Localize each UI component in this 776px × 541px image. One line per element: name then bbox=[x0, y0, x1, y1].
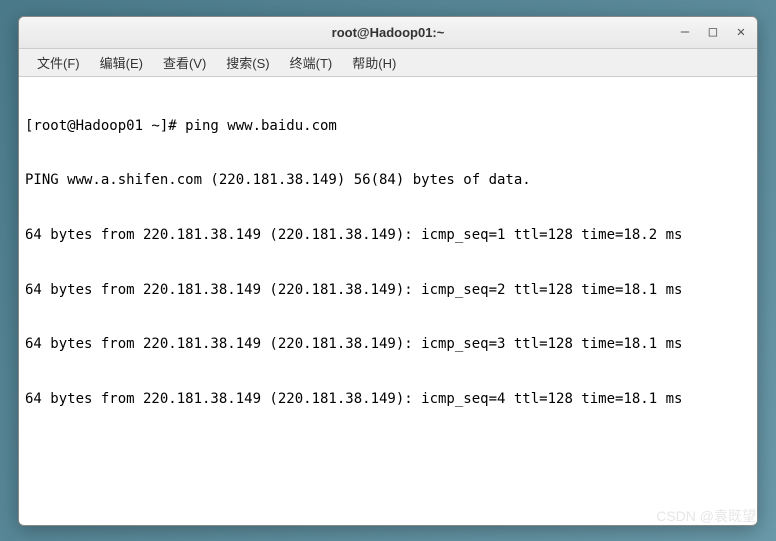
menu-file[interactable]: 文件(F) bbox=[27, 49, 90, 76]
close-button[interactable]: ✕ bbox=[733, 24, 749, 40]
terminal-output[interactable]: [root@Hadoop01 ~]# ping www.baidu.com PI… bbox=[19, 77, 757, 525]
terminal-line: [root@Hadoop01 ~]# ping www.baidu.com bbox=[25, 117, 751, 135]
window-title: root@Hadoop01:~ bbox=[332, 25, 445, 40]
terminal-line: 64 bytes from 220.181.38.149 (220.181.38… bbox=[25, 390, 751, 408]
minimize-button[interactable]: — bbox=[677, 24, 693, 40]
menu-help[interactable]: 帮助(H) bbox=[342, 49, 406, 76]
terminal-line: PING www.a.shifen.com (220.181.38.149) 5… bbox=[25, 171, 751, 189]
watermark: CSDN @袁既望 bbox=[656, 506, 756, 526]
terminal-window: root@Hadoop01:~ — □ ✕ 文件(F) 编辑(E) 查看(V) … bbox=[18, 16, 758, 526]
window-controls: — □ ✕ bbox=[677, 24, 749, 40]
menu-search[interactable]: 搜索(S) bbox=[216, 49, 279, 76]
menubar: 文件(F) 编辑(E) 查看(V) 搜索(S) 终端(T) 帮助(H) bbox=[19, 49, 757, 77]
terminal-line: 64 bytes from 220.181.38.149 (220.181.38… bbox=[25, 281, 751, 299]
titlebar[interactable]: root@Hadoop01:~ — □ ✕ bbox=[19, 17, 757, 49]
terminal-line: 64 bytes from 220.181.38.149 (220.181.38… bbox=[25, 226, 751, 244]
maximize-button[interactable]: □ bbox=[705, 24, 721, 40]
menu-view[interactable]: 查看(V) bbox=[153, 49, 216, 76]
menu-terminal[interactable]: 终端(T) bbox=[280, 49, 343, 76]
menu-edit[interactable]: 编辑(E) bbox=[90, 49, 153, 76]
terminal-line: 64 bytes from 220.181.38.149 (220.181.38… bbox=[25, 335, 751, 353]
